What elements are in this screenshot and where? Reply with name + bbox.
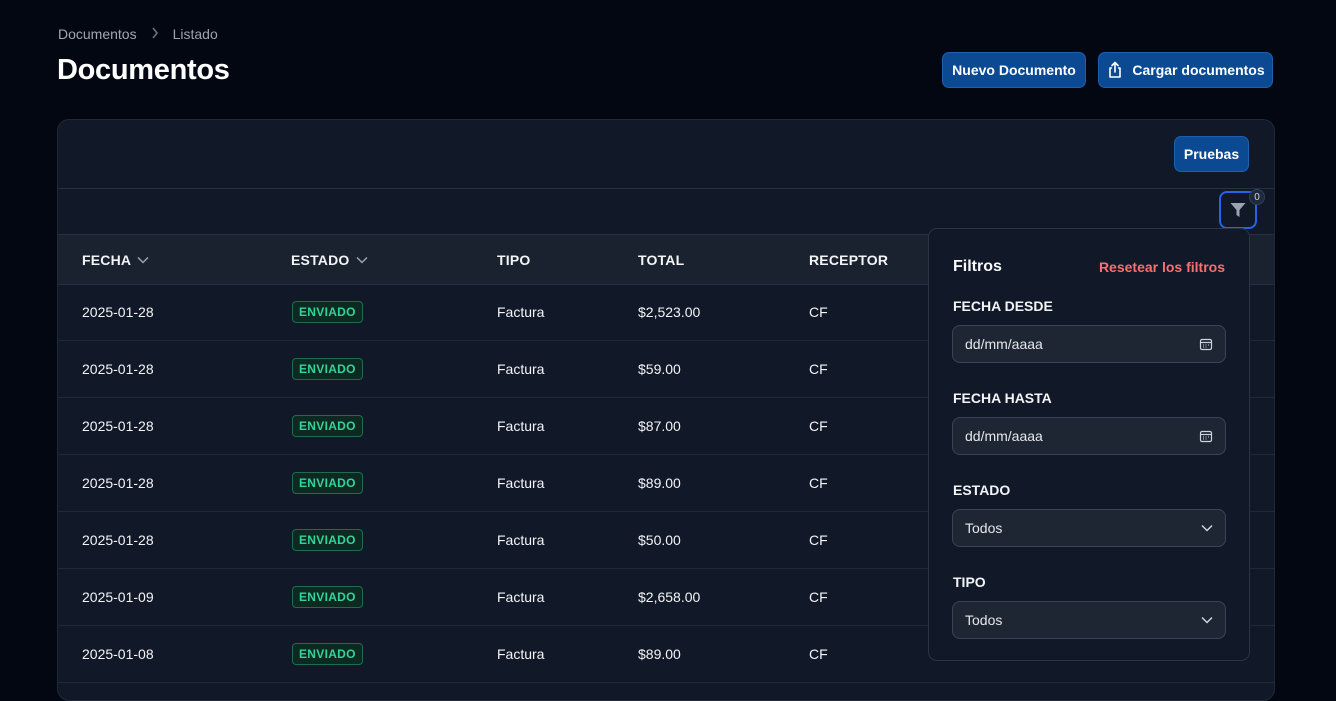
cell-receptor: CF <box>809 645 828 662</box>
cell-receptor: CF <box>809 474 828 491</box>
cell-estado: ENVIADO <box>292 454 363 511</box>
chevron-down-icon <box>1201 616 1213 624</box>
chevron-right-icon <box>151 27 159 42</box>
funnel-icon <box>1229 201 1247 219</box>
cell-total: $87.00 <box>638 417 681 434</box>
cell-total: $59.00 <box>638 360 681 377</box>
chevron-down-icon <box>355 256 368 264</box>
upload-documents-label: Cargar documentos <box>1132 62 1265 78</box>
calendar-icon[interactable] <box>1199 429 1213 443</box>
cell-total: $2,523.00 <box>638 303 701 320</box>
column-fecha[interactable]: FECHA <box>82 235 149 284</box>
filters-panel: Filtros Resetear los filtros FECHA DESDE… <box>928 228 1250 661</box>
cell-receptor: CF <box>809 303 828 320</box>
column-receptor: RECEPTOR <box>809 235 888 284</box>
calendar-icon[interactable] <box>1199 337 1213 351</box>
cell-estado: ENVIADO <box>292 283 363 340</box>
cell-receptor: CF <box>809 531 828 548</box>
cell-estado: ENVIADO <box>292 625 363 682</box>
cell-estado: ENVIADO <box>292 340 363 397</box>
status-badge: ENVIADO <box>292 471 363 494</box>
column-estado[interactable]: ESTADO <box>291 235 368 284</box>
cell-total: $89.00 <box>638 645 681 662</box>
cell-tipo: Factura <box>497 417 545 434</box>
filters-title: Filtros <box>953 258 1002 275</box>
cell-total: $50.00 <box>638 531 681 548</box>
tests-button[interactable]: Pruebas <box>1174 136 1249 172</box>
cell-fecha: 2025-01-28 <box>82 303 154 320</box>
chevron-down-icon <box>1201 524 1213 532</box>
status-filter-label: ESTADO <box>953 482 1011 498</box>
column-tipo: TIPO <box>497 235 530 284</box>
cell-fecha: 2025-01-28 <box>82 417 154 434</box>
breadcrumb-listado: Listado <box>172 26 218 42</box>
date-to-input[interactable]: dd/mm/aaaa <box>952 417 1226 455</box>
status-badge: ENVIADO <box>292 528 363 551</box>
date-from-input[interactable]: dd/mm/aaaa <box>952 325 1226 363</box>
new-document-button[interactable]: Nuevo Documento <box>942 52 1086 88</box>
share-upload-icon <box>1106 61 1124 79</box>
breadcrumb: Documentos Listado <box>58 26 218 42</box>
cell-fecha: 2025-01-28 <box>82 360 154 377</box>
cell-fecha: 2025-01-28 <box>82 474 154 491</box>
cell-total: $2,658.00 <box>638 588 701 605</box>
status-badge: ENVIADO <box>292 357 363 380</box>
cell-tipo: Factura <box>497 303 545 320</box>
cell-fecha: 2025-01-28 <box>82 531 154 548</box>
status-select-value: Todos <box>965 520 1003 536</box>
date-to-label: FECHA HASTA <box>953 390 1052 406</box>
date-from-label: FECHA DESDE <box>953 298 1053 314</box>
cell-receptor: CF <box>809 417 828 434</box>
cell-estado: ENVIADO <box>292 568 363 625</box>
toolbar-divider <box>58 188 1274 189</box>
type-select-value: Todos <box>965 612 1003 628</box>
cell-tipo: Factura <box>497 474 545 491</box>
new-document-label: Nuevo Documento <box>952 62 1076 78</box>
cell-estado: ENVIADO <box>292 397 363 454</box>
date-from-placeholder: dd/mm/aaaa <box>965 336 1043 352</box>
page-title: Documentos <box>57 54 230 86</box>
cell-fecha: 2025-01-08 <box>82 645 154 662</box>
chevron-down-icon <box>137 256 149 264</box>
cell-receptor: CF <box>809 360 828 377</box>
cell-tipo: Factura <box>497 645 545 662</box>
breadcrumb-documentos[interactable]: Documentos <box>58 26 137 42</box>
status-badge: ENVIADO <box>292 300 363 323</box>
type-select[interactable]: Todos <box>952 601 1226 639</box>
column-receptor-label: RECEPTOR <box>809 251 889 268</box>
column-tipo-label: TIPO <box>497 251 531 268</box>
type-filter-label: TIPO <box>953 574 986 590</box>
tests-label: Pruebas <box>1183 146 1240 162</box>
column-estado-label: ESTADO <box>291 251 350 268</box>
cell-estado: ENVIADO <box>292 511 363 568</box>
upload-documents-button[interactable]: Cargar documentos <box>1098 52 1273 88</box>
column-total: TOTAL <box>638 235 684 284</box>
cell-tipo: Factura <box>497 360 545 377</box>
filter-count-badge: 0 <box>1249 189 1265 205</box>
status-badge: ENVIADO <box>292 414 363 437</box>
column-fecha-label: FECHA <box>82 251 132 268</box>
column-total-label: TOTAL <box>638 251 685 268</box>
cell-fecha: 2025-01-09 <box>82 588 154 605</box>
reset-filters-link[interactable]: Resetear los filtros <box>1099 259 1225 275</box>
cell-total: $89.00 <box>638 474 681 491</box>
date-to-placeholder: dd/mm/aaaa <box>965 428 1043 444</box>
cell-tipo: Factura <box>497 531 545 548</box>
cell-receptor: CF <box>809 588 828 605</box>
status-select[interactable]: Todos <box>952 509 1226 547</box>
status-badge: ENVIADO <box>292 642 363 665</box>
cell-tipo: Factura <box>497 588 545 605</box>
status-badge: ENVIADO <box>292 585 363 608</box>
